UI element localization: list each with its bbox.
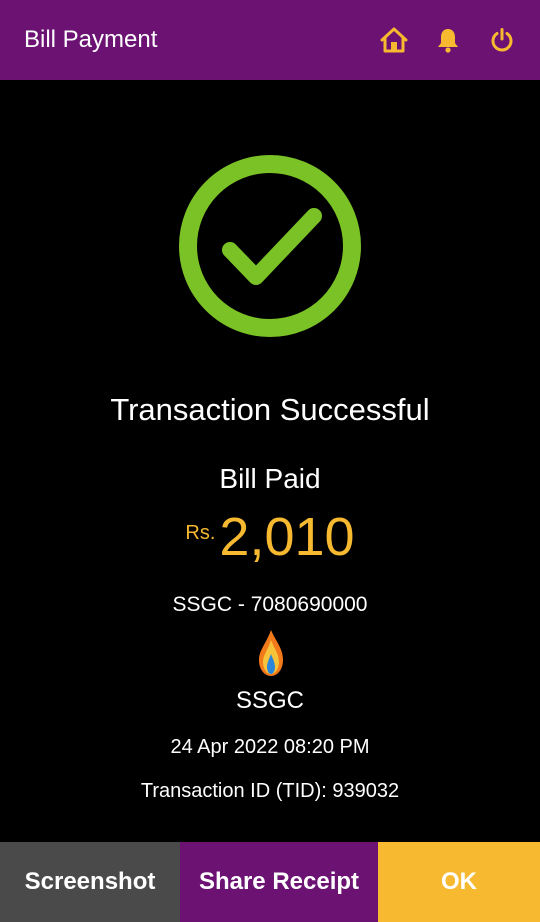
header-actions bbox=[380, 26, 516, 54]
action-bar: Screenshot Share Receipt OK bbox=[0, 842, 540, 922]
transaction-id: Transaction ID (TID): 939032 bbox=[140, 780, 400, 802]
transaction-status-title: Transaction Successful bbox=[110, 392, 430, 427]
biller-account-line: SSGC - 7080690000 bbox=[172, 593, 368, 616]
currency-label: Rs. bbox=[185, 522, 216, 544]
transaction-datetime: 24 Apr 2022 08:20 PM bbox=[170, 736, 370, 758]
success-check-icon bbox=[178, 154, 362, 338]
amount-value: 2,010 bbox=[219, 507, 355, 567]
share-receipt-button[interactable]: Share Receipt bbox=[180, 842, 378, 922]
bill-paid-label: Bill Paid bbox=[219, 463, 321, 494]
amount-display: Rs.2,010 bbox=[0, 506, 540, 568]
ok-button[interactable]: OK bbox=[378, 842, 540, 922]
home-icon[interactable] bbox=[380, 26, 408, 54]
bill-payment-screen: Bill Payment Transaction Successful Bill… bbox=[0, 0, 540, 922]
page-title: Bill Payment bbox=[24, 26, 158, 53]
ssgc-flame-logo-icon bbox=[257, 628, 285, 678]
bell-icon[interactable] bbox=[434, 26, 462, 54]
power-icon[interactable] bbox=[488, 26, 516, 54]
app-header: Bill Payment bbox=[0, 0, 540, 80]
biller-name: SSGC bbox=[235, 687, 304, 714]
screenshot-button[interactable]: Screenshot bbox=[0, 842, 180, 922]
